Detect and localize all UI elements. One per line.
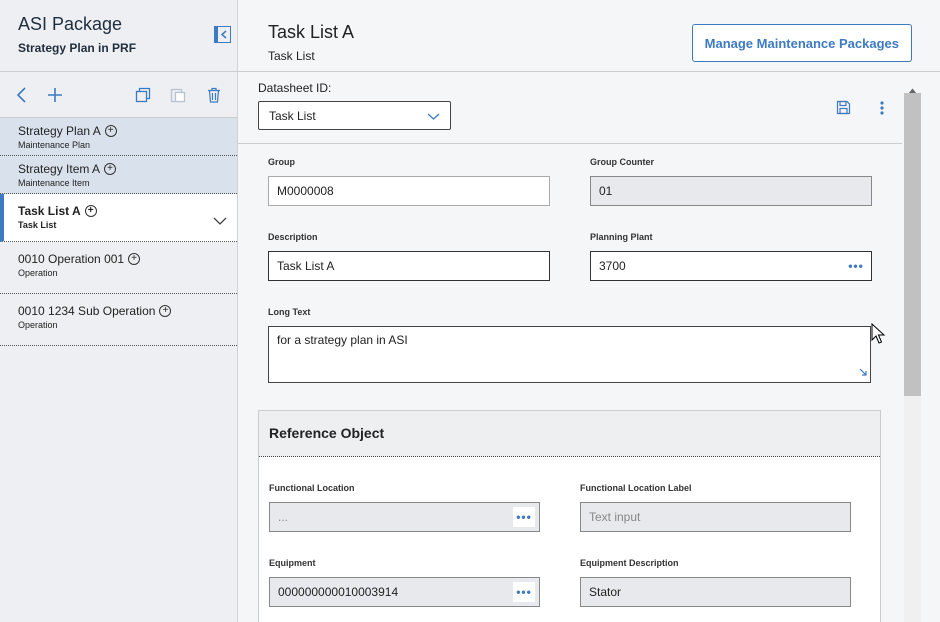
planning-plant-value: 3700 <box>599 259 626 273</box>
scroll-thumb[interactable] <box>904 93 921 396</box>
manage-maintenance-packages-button[interactable]: Manage Maintenance Packages <box>691 24 912 62</box>
tree-item-type: Operation <box>18 320 58 330</box>
description-field: Description Task List A <box>268 232 550 281</box>
ellipsis-icon[interactable]: ••• <box>513 582 535 602</box>
chevron-down-icon <box>427 109 440 123</box>
datasheet-select[interactable]: Task List <box>258 101 451 130</box>
group-input[interactable]: M0000008 <box>268 176 550 206</box>
group-field: Group M0000008 <box>268 157 550 206</box>
equipment-input[interactable]: 000000000010003914 ••• <box>269 577 540 607</box>
more-options-icon[interactable] <box>880 101 884 120</box>
equipment-field: Equipment 000000000010003914 ••• <box>269 558 540 607</box>
description-input[interactable]: Task List A <box>268 251 550 281</box>
delete-icon[interactable] <box>204 85 224 105</box>
tree-item-strategy-item[interactable]: Strategy Item A + Maintenance Item <box>0 156 237 194</box>
tree-item-operation-001[interactable]: 0010 Operation 001 + Operation <box>0 242 237 294</box>
equipment-description-label: Equipment Description <box>580 558 679 568</box>
sidebar: ASI Package Strategy Plan in PRF Strateg… <box>0 0 238 622</box>
group-counter-value: 01 <box>599 184 613 198</box>
back-icon[interactable] <box>11 85 31 105</box>
sidebar-header: ASI Package Strategy Plan in PRF <box>0 0 237 72</box>
functional-location-label-field: Functional Location Label Text input <box>580 483 851 532</box>
add-child-icon[interactable]: + <box>84 205 97 217</box>
main-header: Task List A Task List Manage Maintenance… <box>238 0 940 72</box>
tree-item-type: Maintenance Plan <box>18 140 91 150</box>
tree-item-task-list[interactable]: Task List A + Task List <box>0 194 237 242</box>
equipment-description-value: Stator <box>589 585 622 599</box>
tree-item-type: Maintenance Item <box>18 178 90 188</box>
tree-item-strategy-plan[interactable]: Strategy Plan A + Maintenance Plan <box>0 118 237 156</box>
functional-location-label-input: Text input <box>580 502 851 532</box>
tree-item-sub-operation[interactable]: 0010 1234 Sub Operation + Operation <box>0 294 237 346</box>
tree-item-label: Strategy Plan A <box>18 124 101 138</box>
functional-location-input[interactable]: ... ••• <box>269 502 540 532</box>
vertical-scrollbar[interactable] <box>902 73 922 622</box>
group-value: M0000008 <box>277 184 334 198</box>
datasheet-row: Datasheet ID: Task List <box>238 73 902 144</box>
equipment-value: 000000000010003914 <box>278 585 399 599</box>
resize-icon[interactable] <box>858 366 868 380</box>
mouse-cursor-icon <box>871 322 886 350</box>
datasheet-value: Task List <box>269 108 316 123</box>
long-text-value: for a strategy plan in ASI <box>277 333 408 347</box>
ellipsis-icon[interactable]: ••• <box>513 507 535 527</box>
long-text-label: Long Text <box>268 307 311 317</box>
reference-object-title: Reference Object <box>259 411 880 457</box>
datasheet-content: Datasheet ID: Task List Group M0000008 G… <box>238 73 902 622</box>
tree-item-label: 0010 Operation 001 <box>18 252 125 266</box>
datasheet-label: Datasheet ID: <box>258 81 332 95</box>
equipment-label: Equipment <box>269 558 316 568</box>
functional-location-label-placeholder: Text input <box>589 510 641 524</box>
functional-location-label-label: Functional Location Label <box>580 483 692 493</box>
package-title: ASI Package <box>18 14 123 34</box>
add-icon[interactable] <box>45 85 65 105</box>
functional-location-label: Functional Location <box>269 483 355 493</box>
sidebar-toolbar <box>0 72 237 118</box>
description-value: Task List A <box>277 259 335 273</box>
tree-item-type: Task List <box>18 220 57 230</box>
group-counter-input: 01 <box>590 176 872 206</box>
tree-item-type: Operation <box>18 268 58 278</box>
chevron-down-icon[interactable] <box>213 212 227 230</box>
long-text-field: Long Text for a strategy plan in ASI <box>268 307 871 383</box>
collapse-sidebar-icon[interactable] <box>214 26 231 43</box>
equipment-description-field: Equipment Description Stator <box>580 558 851 607</box>
planning-plant-input[interactable]: 3700 ••• <box>590 251 872 281</box>
copy-icon[interactable] <box>133 85 153 105</box>
add-child-icon[interactable]: + <box>104 125 117 137</box>
add-child-icon[interactable]: + <box>159 305 172 317</box>
reference-object-panel: Reference Object Functional Location ...… <box>258 410 881 622</box>
tree-item-label: 0010 1234 Sub Operation <box>18 304 156 318</box>
add-child-icon[interactable]: + <box>104 163 117 175</box>
equipment-description-input: Stator <box>580 577 851 607</box>
functional-location-field: Functional Location ... ••• <box>269 483 540 532</box>
group-label: Group <box>268 157 295 167</box>
tree-item-label: Strategy Item A <box>18 162 101 176</box>
paste-icon[interactable] <box>168 85 188 105</box>
planning-plant-field: Planning Plant 3700 ••• <box>590 232 872 281</box>
description-label: Description <box>268 232 318 242</box>
long-text-textarea[interactable]: for a strategy plan in ASI <box>268 326 871 383</box>
group-counter-field: Group Counter 01 <box>590 157 872 206</box>
planning-plant-label: Planning Plant <box>590 232 653 242</box>
package-subtitle: Strategy Plan in PRF <box>18 41 137 55</box>
functional-location-value: ... <box>278 510 289 524</box>
ellipsis-icon[interactable]: ••• <box>845 256 867 276</box>
tree-item-label: Task List A <box>18 204 81 218</box>
add-child-icon[interactable]: + <box>128 253 141 265</box>
main-panel: Task List A Task List Manage Maintenance… <box>238 0 940 622</box>
group-counter-label: Group Counter <box>590 157 654 167</box>
save-icon[interactable] <box>836 100 851 120</box>
